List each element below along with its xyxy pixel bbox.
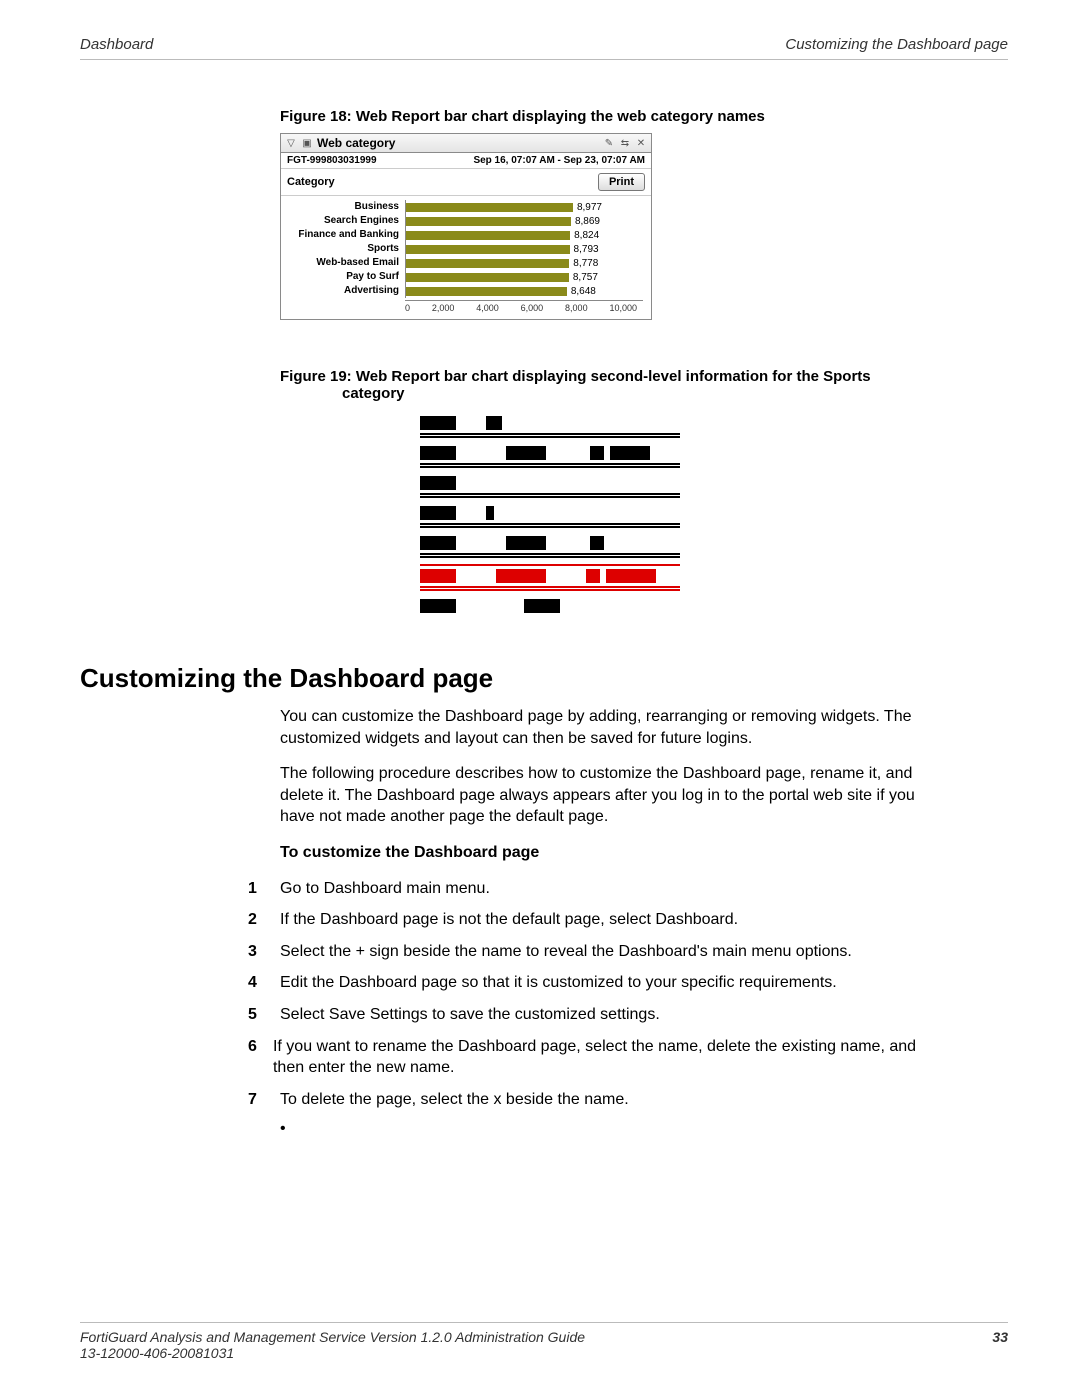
chart-bar — [406, 273, 569, 282]
print-button[interactable]: Print — [598, 173, 645, 191]
chart-tick: 2,000 — [432, 303, 455, 313]
chart-tick: 4,000 — [476, 303, 499, 313]
step-number: 1 — [248, 878, 280, 900]
chart-tick: 0 — [405, 303, 410, 313]
chart-bar — [406, 231, 570, 240]
step-number: 6 — [248, 1036, 273, 1079]
step-item: 7To delete the page, select the x beside… — [280, 1089, 920, 1111]
step-item: 6If you want to rename the Dashboard pag… — [280, 1036, 920, 1079]
figure19-caption: Figure 19: Web Report bar chart displayi… — [280, 368, 880, 402]
footer-line2: 13-12000-406-20081031 — [80, 1345, 585, 1361]
header-left: Dashboard — [80, 36, 153, 53]
section-heading: Customizing the Dashboard page — [80, 663, 1008, 694]
chart-category-label: Finance and Banking — [287, 228, 405, 242]
step-number: 2 — [248, 909, 280, 931]
collapse-icon[interactable]: ▽ — [285, 137, 297, 149]
paragraph-2: The following procedure describes how to… — [280, 763, 920, 828]
chart-category-label: Search Engines — [287, 214, 405, 228]
chart-bar-row: 8,648 — [406, 284, 645, 298]
step-text: Go to Dashboard main menu. — [280, 878, 490, 900]
paragraph-1: You can customize the Dashboard page by … — [280, 706, 920, 749]
step-text: To delete the page, select the x beside … — [280, 1089, 629, 1111]
chart-bar — [406, 217, 571, 226]
chart-bar-row: 8,778 — [406, 256, 645, 270]
chart-bar-row: 8,977 — [406, 200, 645, 214]
page-footer: FortiGuard Analysis and Management Servi… — [80, 1322, 1008, 1361]
figure19-image — [420, 414, 680, 615]
chart-x-axis: 0 2,000 4,000 6,000 8,000 10,000 — [405, 300, 643, 319]
widget-toolbar: Category Print — [281, 169, 651, 196]
figure18-caption: Figure 18: Web Report bar chart displayi… — [280, 108, 880, 125]
monitor-icon: ▣ — [301, 137, 313, 149]
edit-icon[interactable]: ✎ — [603, 137, 615, 149]
step-number: 3 — [248, 941, 280, 963]
step-number: 4 — [248, 972, 280, 994]
chart-bar-row: 8,869 — [406, 214, 645, 228]
category-label: Category — [287, 176, 335, 188]
step-number: 5 — [248, 1004, 280, 1026]
step-text: Select Save Settings to save the customi… — [280, 1004, 660, 1026]
chart-category-label: Pay to Surf — [287, 270, 405, 284]
step-item: 2If the Dashboard page is not the defaul… — [280, 909, 920, 931]
chart-bar — [406, 203, 573, 212]
steps-list: 1Go to Dashboard main menu. 2If the Dashb… — [280, 878, 920, 1111]
chart-tick: 6,000 — [521, 303, 544, 313]
page-number: 33 — [992, 1329, 1008, 1361]
step-text: If you want to rename the Dashboard page… — [273, 1036, 920, 1079]
chart-bar-value: 8,793 — [574, 244, 599, 255]
step-text: If the Dashboard page is not the default… — [280, 909, 738, 931]
body-text: You can customize the Dashboard page by … — [280, 706, 920, 1138]
footer-line1: FortiGuard Analysis and Management Servi… — [80, 1329, 585, 1345]
step-text: Edit the Dashboard page so that it is cu… — [280, 972, 837, 994]
widget-titlebar: ▽ ▣ Web category ✎ ⇆ ✕ — [281, 134, 651, 153]
page-header: Dashboard Customizing the Dashboard page — [80, 36, 1008, 60]
chart-category-label: Advertising — [287, 284, 405, 298]
chart-tick: 10,000 — [609, 303, 637, 313]
chart-bar-value: 8,778 — [573, 258, 598, 269]
chart-bar-value: 8,977 — [577, 202, 602, 213]
chart-category-label: Business — [287, 200, 405, 214]
chart-bar — [406, 245, 570, 254]
bar-chart: BusinessSearch EnginesFinance and Bankin… — [281, 196, 651, 300]
chart-tick: 8,000 — [565, 303, 588, 313]
widget-title: Web category — [317, 136, 599, 150]
bullet: • — [280, 1120, 920, 1138]
step-item: 1Go to Dashboard main menu. — [280, 878, 920, 900]
chart-bar-value: 8,648 — [571, 286, 596, 297]
chart-bar-value: 8,869 — [575, 216, 600, 227]
web-category-widget: ▽ ▣ Web category ✎ ⇆ ✕ FGT-999803031999 … — [280, 133, 652, 320]
chart-bar — [406, 259, 569, 268]
chart-bar-value: 8,757 — [573, 272, 598, 283]
step-item: 3Select the + sign beside the name to re… — [280, 941, 920, 963]
step-item: 4Edit the Dashboard page so that it is c… — [280, 972, 920, 994]
procedure-heading: To customize the Dashboard page — [280, 842, 920, 864]
header-right: Customizing the Dashboard page — [785, 36, 1008, 53]
chart-bar-value: 8,824 — [574, 230, 599, 241]
step-number: 7 — [248, 1089, 280, 1111]
chart-bar-row: 8,757 — [406, 270, 645, 284]
refresh-icon[interactable]: ⇆ — [619, 137, 631, 149]
widget-subheader: FGT-999803031999 Sep 16, 07:07 AM - Sep … — [281, 153, 651, 169]
chart-category-label: Web-based Email — [287, 256, 405, 270]
chart-bar-row: 8,824 — [406, 228, 645, 242]
chart-bar-row: 8,793 — [406, 242, 645, 256]
step-item: 5Select Save Settings to save the custom… — [280, 1004, 920, 1026]
close-icon[interactable]: ✕ — [635, 137, 647, 149]
chart-bar — [406, 287, 567, 296]
date-range: Sep 16, 07:07 AM - Sep 23, 07:07 AM — [473, 155, 645, 166]
step-text: Select the + sign beside the name to rev… — [280, 941, 852, 963]
device-id: FGT-999803031999 — [287, 155, 377, 166]
chart-category-label: Sports — [287, 242, 405, 256]
